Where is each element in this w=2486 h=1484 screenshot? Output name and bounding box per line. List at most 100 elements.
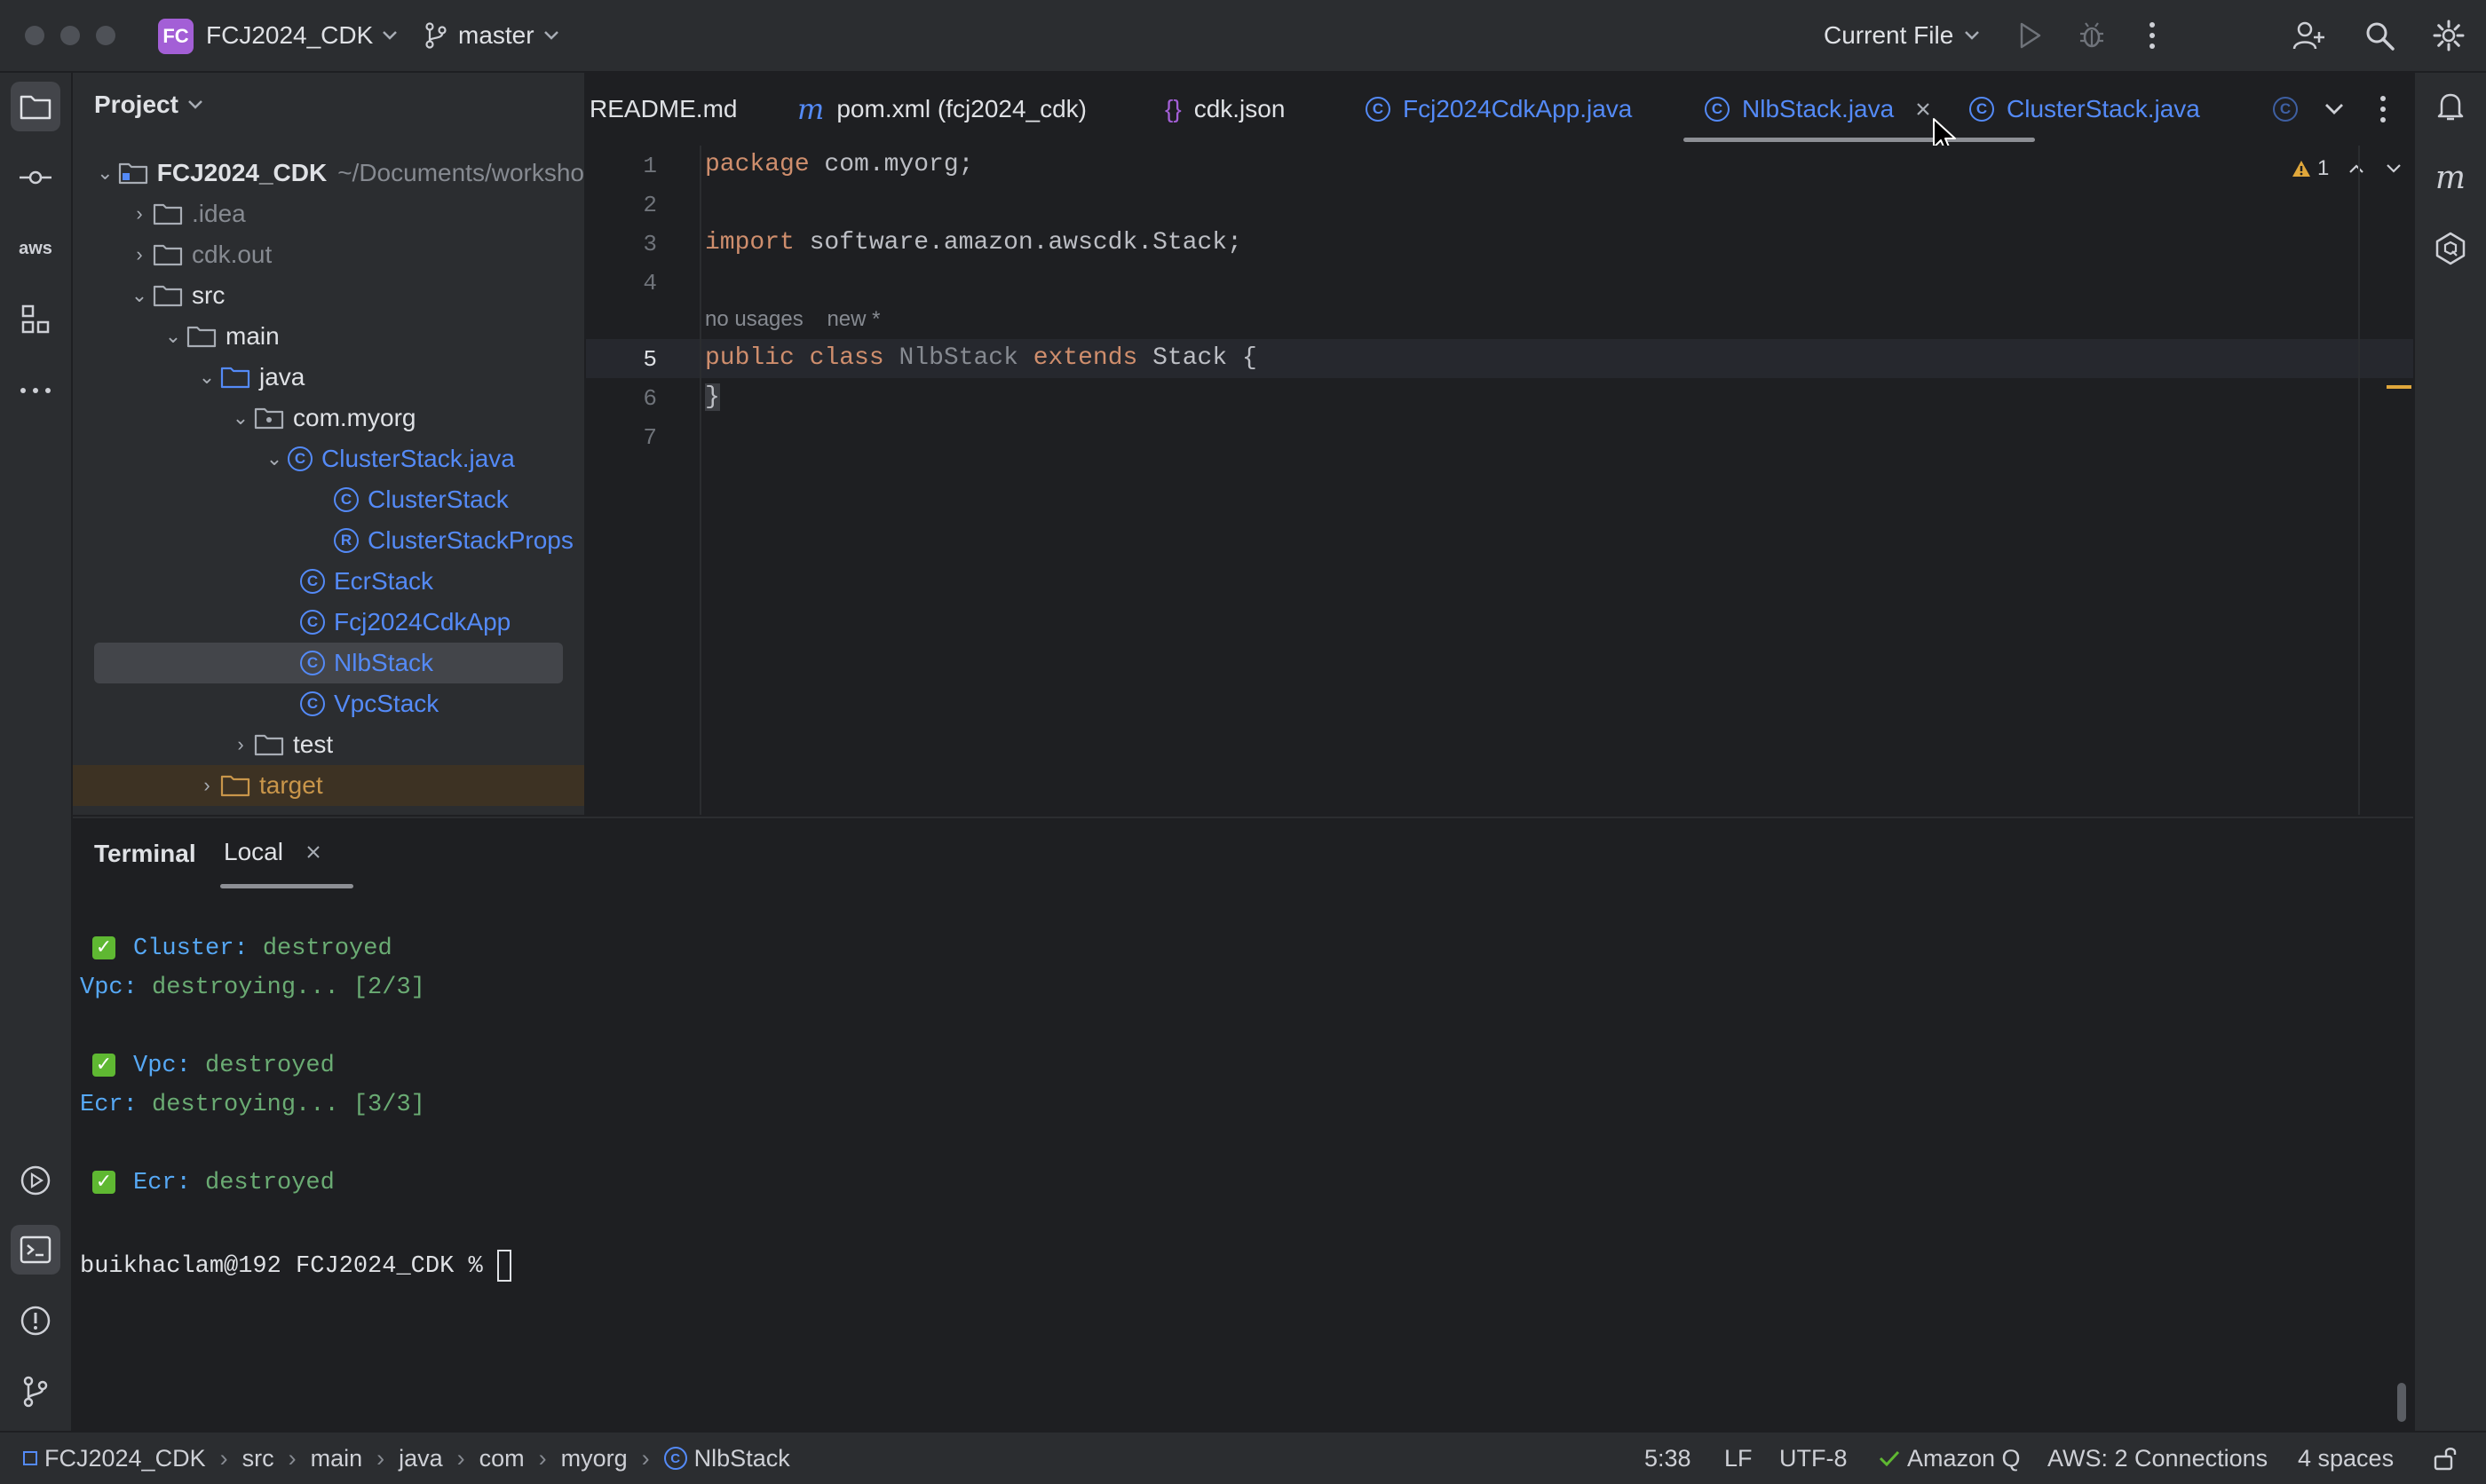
problems-tool-button[interactable] [11, 1296, 60, 1346]
tree-item-ecrstack[interactable]: C EcrStack [73, 561, 584, 602]
inlay-hint[interactable]: no usages new * [705, 307, 880, 332]
tab-cdk-json[interactable]: {} cdk.json [1165, 73, 1285, 146]
chevron-down-icon [543, 30, 559, 41]
terminal-tool-button[interactable] [11, 1225, 60, 1275]
breadcrumb-item[interactable]: com [479, 1445, 525, 1472]
chevron-right-icon[interactable]: › [126, 202, 153, 225]
maven-tool-button[interactable]: m [2426, 153, 2475, 202]
tree-item-main[interactable]: ⌄ main [73, 316, 584, 357]
tree-item-cdk-out[interactable]: › cdk.out [73, 234, 584, 275]
more-tool-windows-button[interactable] [11, 366, 60, 415]
amazon-q-status[interactable]: Amazon Q [1879, 1433, 2021, 1484]
warning-stripe-marker[interactable] [2387, 385, 2411, 389]
breadcrumb-item[interactable]: FCJ2024_CDK [44, 1445, 206, 1472]
breadcrumb-item[interactable]: myorg [561, 1445, 628, 1472]
tab-list-dropdown-icon[interactable] [2324, 103, 2344, 115]
branch-switcher[interactable]: master [424, 18, 559, 53]
search-icon[interactable] [2363, 20, 2395, 51]
project-view-selector[interactable]: Project [94, 91, 203, 119]
commit-tool-button[interactable] [11, 153, 60, 202]
tree-item-label: test [293, 730, 334, 758]
file-encoding[interactable]: UTF-8 [1779, 1433, 1848, 1484]
tab-pom-xml[interactable]: m pom.xml (fcj2024_cdk) [797, 73, 1087, 146]
terminal-output[interactable]: ✓ Cluster: destroyed Vpc: destroying... [… [73, 904, 2413, 1401]
indent-setting[interactable]: 4 spaces [2298, 1433, 2394, 1484]
tab-readme[interactable]: README.md [590, 73, 737, 146]
debug-icon[interactable] [2078, 21, 2106, 50]
chevron-down-icon[interactable]: ⌄ [194, 366, 220, 389]
line-number: 6 [643, 385, 657, 412]
breadcrumb-item[interactable]: java [399, 1445, 443, 1472]
tab-overflow-partial[interactable]: C [2273, 73, 2307, 146]
terminal-scrollbar-thumb[interactable] [2397, 1383, 2406, 1422]
more-actions-icon[interactable] [2142, 20, 2163, 51]
tab-nlbstack-java[interactable]: C NlbStack.java [1705, 73, 1931, 146]
tree-item-vpcstack[interactable]: C VpcStack [73, 683, 584, 724]
usages-hint[interactable]: no usages [705, 307, 804, 331]
close-icon[interactable] [306, 845, 321, 859]
tab-options-icon[interactable] [2378, 94, 2388, 124]
window-minimize-button[interactable] [60, 26, 80, 45]
services-tool-button[interactable] [11, 1156, 60, 1205]
status-bar: FCJ2024_CDK › src › main › java › com › … [0, 1431, 2486, 1484]
add-user-icon[interactable] [2292, 20, 2324, 51]
window-close-button[interactable] [25, 26, 44, 45]
settings-gear-icon[interactable] [2433, 20, 2465, 51]
next-highlight-icon[interactable] [2386, 163, 2402, 174]
tree-item-nlbstack[interactable]: C NlbStack [94, 643, 563, 683]
project-switcher[interactable]: FCJ2024_CDK [206, 18, 398, 53]
breadcrumb-item[interactable]: NlbStack [694, 1445, 790, 1472]
read-only-toggle[interactable] [2433, 1433, 2458, 1484]
tree-item-label: src [192, 281, 226, 309]
tree-item-clusterstack[interactable]: C ClusterStack [73, 479, 584, 520]
tree-item-java[interactable]: ⌄ java [73, 357, 584, 398]
window-zoom-button[interactable] [96, 26, 115, 45]
git-tool-button[interactable] [11, 1367, 60, 1417]
code-editor[interactable]: 1 2 3 4 5 6 7 package com.myorg; import … [586, 146, 2413, 815]
caret-position[interactable]: 5:38 [1644, 1433, 1691, 1484]
chevron-down-icon[interactable]: ⌄ [261, 447, 288, 470]
tree-item-fcj2024cdkapp[interactable]: C Fcj2024CdkApp [73, 602, 584, 643]
class-icon: C [334, 487, 359, 512]
editor-scrollbar-track[interactable] [2358, 146, 2360, 815]
breadcrumb-item[interactable]: main [311, 1445, 363, 1472]
run-configuration-selector[interactable]: Current File [1824, 18, 1980, 53]
tree-item-target[interactable]: › target [73, 765, 584, 806]
folder-icon [153, 243, 183, 266]
problems-icon [20, 1305, 51, 1337]
chevron-down-icon[interactable]: ⌄ [92, 162, 118, 185]
close-icon[interactable] [1915, 101, 1931, 117]
chevron-down-icon[interactable]: ⌄ [126, 284, 153, 307]
terminal-tab-local[interactable]: Local [224, 838, 321, 866]
tree-item-clusterstackprops[interactable]: R ClusterStackProps [73, 520, 584, 561]
tree-item-root[interactable]: ⌄ FCJ2024_CDK ~/Documents/worksho [73, 153, 584, 193]
tree-item-clusterstack-java[interactable]: ⌄ C ClusterStack.java [73, 438, 584, 479]
tree-item-test[interactable]: › test [73, 724, 584, 765]
chevron-right-icon[interactable]: › [126, 243, 153, 266]
line-separator[interactable]: LF [1724, 1433, 1753, 1484]
terminal-line: Ecr: destroying... [3/3] [80, 1092, 425, 1118]
run-icon[interactable] [2017, 21, 2042, 50]
project-tool-button[interactable] [11, 82, 60, 131]
tab-label: Local [224, 838, 283, 865]
tab-clusterstack-java[interactable]: C ClusterStack.java [1969, 73, 2200, 146]
author-hint[interactable]: new * [827, 307, 880, 331]
chevron-right-icon[interactable]: › [194, 774, 220, 797]
keyword: class [809, 344, 884, 372]
tab-fcj2024cdkapp-java[interactable]: C Fcj2024CdkApp.java [1366, 73, 1632, 146]
breadcrumb-item[interactable]: src [242, 1445, 274, 1472]
structure-tool-button[interactable] [11, 295, 60, 344]
aws-toolkit-button[interactable]: aws [11, 224, 60, 273]
notifications-button[interactable] [2426, 82, 2475, 131]
amazon-q-tool-button[interactable] [2426, 224, 2475, 273]
tree-item-com-myorg[interactable]: ⌄ com.myorg [73, 398, 584, 438]
inspection-widget[interactable]: 1 [2291, 156, 2402, 181]
chevron-down-icon[interactable]: ⌄ [227, 407, 254, 430]
tree-item-src[interactable]: ⌄ src [73, 275, 584, 316]
previous-highlight-icon[interactable] [2348, 163, 2364, 174]
chevron-right-icon[interactable]: › [227, 733, 254, 756]
tree-item-idea[interactable]: › .idea [73, 193, 584, 234]
aws-connections[interactable]: AWS: 2 Connections [2047, 1433, 2268, 1484]
chevron-down-icon[interactable]: ⌄ [160, 325, 186, 348]
terminal-prompt[interactable]: buikhaclam@192 FCJ2024_CDK % [80, 1250, 511, 1282]
